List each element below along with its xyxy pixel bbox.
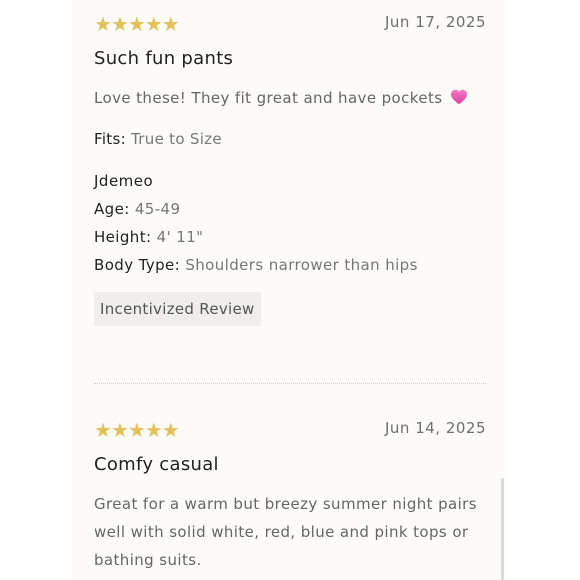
age-row: Age: 45-49 — [94, 200, 486, 218]
star-icon: ★ — [110, 12, 129, 36]
fits-value: True to Size — [131, 130, 222, 148]
age-value: 45-49 — [134, 200, 181, 218]
incentivized-review-badge: Incentivized Review — [94, 292, 261, 326]
review-card: ★★★★★ Jun 14, 2025 Comfy casual Great fo… — [94, 416, 486, 574]
star-rating: ★★★★★ — [94, 10, 180, 38]
star-icon: ★ — [94, 418, 112, 442]
review-header: ★★★★★ Jun 14, 2025 — [94, 416, 486, 444]
body-type-label: Body Type: — [94, 256, 181, 274]
star-icon: ★ — [161, 12, 180, 36]
review-body: Love these! They fit great and have pock… — [94, 84, 486, 112]
star-icon: ★ — [161, 418, 180, 442]
scrollbar[interactable] — [501, 478, 504, 580]
review-date: Jun 17, 2025 — [384, 13, 486, 31]
review-divider — [94, 383, 486, 384]
star-icon: ★ — [144, 418, 163, 442]
review-card: ★★★★★ Jun 17, 2025 Such fun pants Love t… — [94, 10, 486, 326]
fits-row: Fits: True to Size — [94, 130, 486, 148]
body-type-value: Shoulders narrower than hips — [185, 256, 418, 274]
heart-icon — [450, 89, 467, 105]
star-icon: ★ — [110, 418, 129, 442]
review-title: Comfy casual — [94, 454, 219, 475]
review-body-text: Love these! They fit great and have pock… — [94, 89, 443, 107]
height-row: Height: 4' 11" — [94, 228, 486, 246]
star-icon: ★ — [127, 418, 146, 442]
fits-label: Fits: — [94, 130, 126, 148]
star-icon: ★ — [144, 12, 163, 36]
star-icon: ★ — [127, 12, 146, 36]
star-rating: ★★★★★ — [94, 416, 180, 444]
age-label: Age: — [94, 200, 130, 218]
review-title: Such fun pants — [94, 48, 234, 69]
body-type-row: Body Type: Shoulders narrower than hips — [94, 256, 486, 274]
star-icon: ★ — [94, 12, 112, 36]
height-value: 4' 11" — [156, 228, 204, 246]
review-body: Great for a warm but breezy summer night… — [94, 495, 477, 569]
height-label: Height: — [94, 228, 152, 246]
review-date: Jun 14, 2025 — [384, 419, 486, 437]
review-header: ★★★★★ Jun 17, 2025 — [94, 10, 486, 38]
reviewer-name: Jdemeo — [94, 172, 154, 190]
